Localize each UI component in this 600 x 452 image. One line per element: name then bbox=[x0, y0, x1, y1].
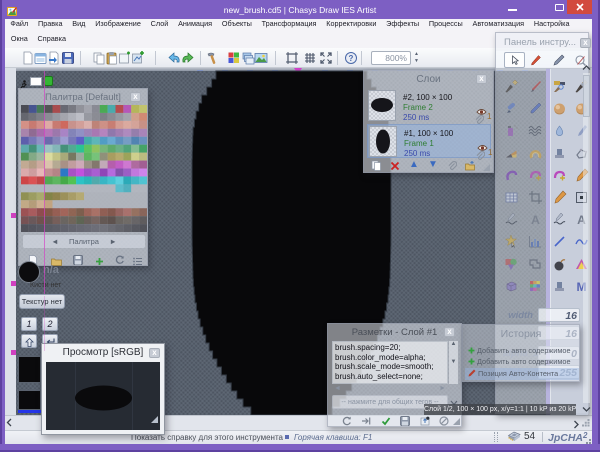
svg-text:A: A bbox=[531, 213, 540, 227]
